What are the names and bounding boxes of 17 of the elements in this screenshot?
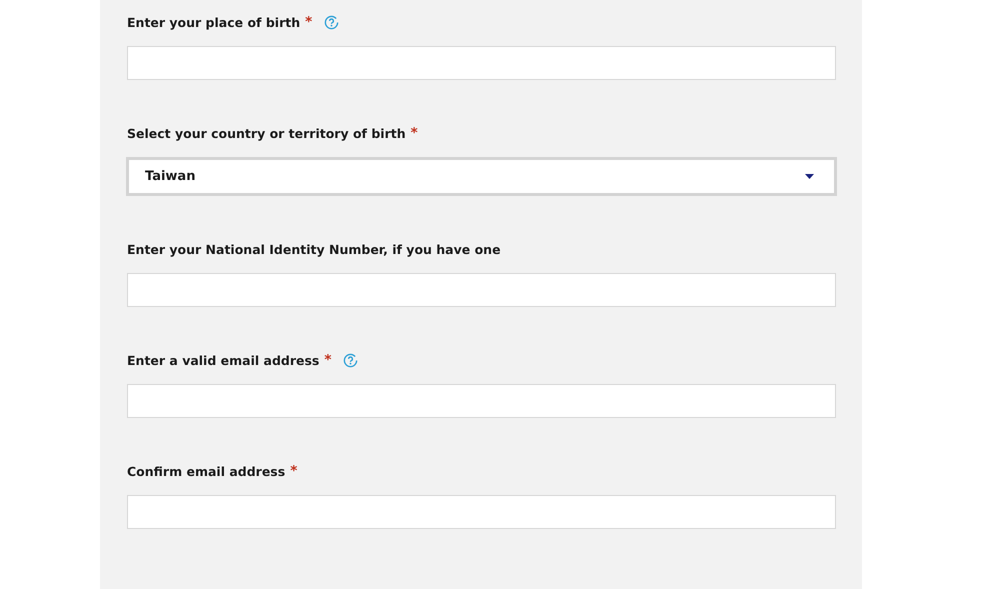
field-label: Confirm email address: [127, 464, 286, 478]
field-label: Enter your National Identity Number, if you have one: [127, 242, 501, 256]
field-label: Enter a valid email address: [127, 352, 320, 368]
input-field[interactable]: [127, 273, 836, 307]
required-mark: *: [305, 14, 312, 30]
input-field[interactable]: [127, 384, 836, 418]
country-select[interactable]: Taiwan: [126, 157, 837, 196]
input-field[interactable]: [127, 495, 836, 529]
help-icon[interactable]: [343, 352, 358, 368]
required-mark: *: [410, 125, 418, 141]
required-mark: *: [290, 463, 298, 479]
required-mark: *: [324, 352, 332, 368]
field-label: Select your country or territory of birth: [127, 126, 406, 140]
help-icon[interactable]: [324, 14, 340, 30]
input-field[interactable]: [127, 46, 836, 80]
field-label: Enter your place of birth: [127, 14, 300, 30]
caret-icon: [805, 174, 814, 179]
